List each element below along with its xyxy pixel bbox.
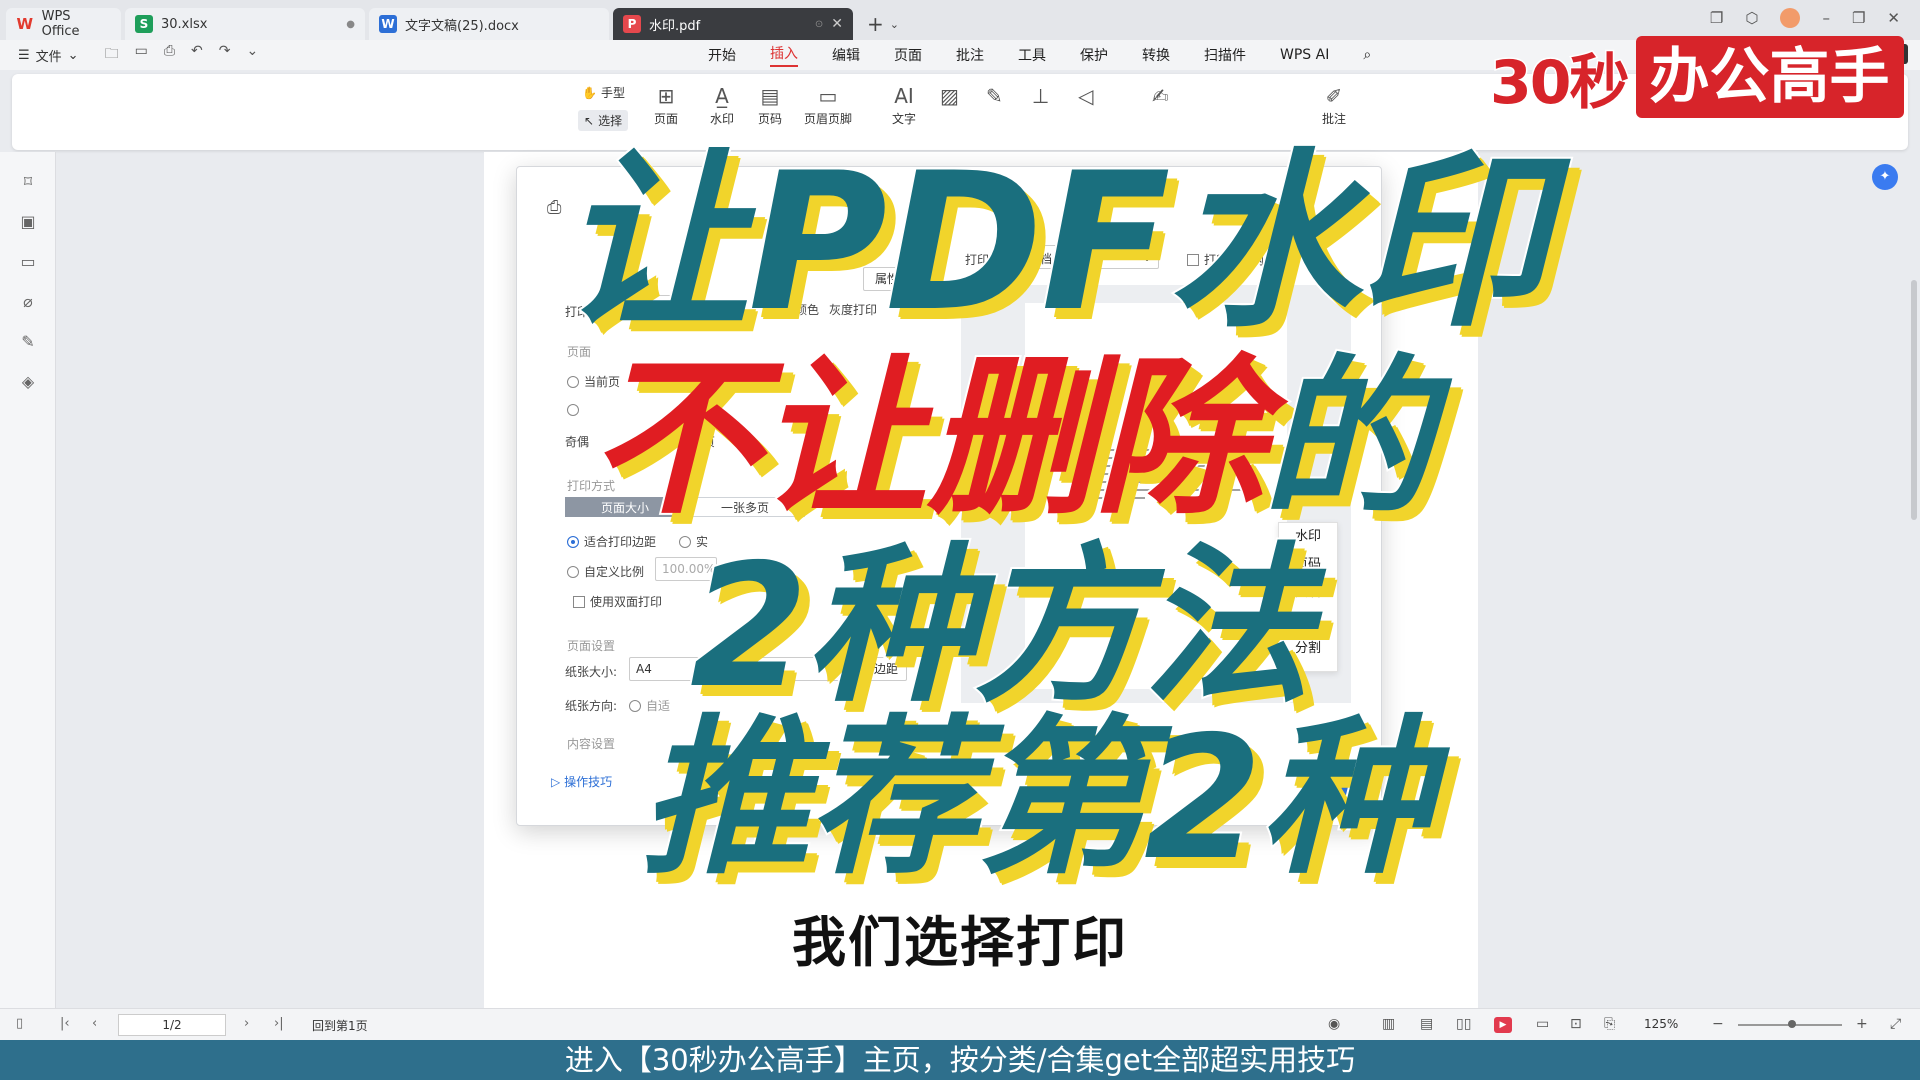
radio-circle: [567, 536, 579, 548]
file-menu[interactable]: ☰ 文件 ⌄: [18, 46, 79, 65]
brand-text: 办公高手: [1635, 36, 1904, 118]
open-folder-icon[interactable]: 🗀: [105, 43, 119, 67]
chevron-down-icon[interactable]: ⌄: [890, 18, 899, 31]
next-page-icon[interactable]: ›: [244, 1016, 249, 1031]
menu-edit[interactable]: 编辑: [832, 45, 860, 65]
chevron-down-icon[interactable]: ⌄: [246, 43, 258, 67]
unsaved-dot-icon: ●: [346, 18, 355, 30]
cube-icon[interactable]: ⬡: [1745, 9, 1758, 27]
spreadsheet-icon: S: [135, 15, 153, 33]
menu-tools[interactable]: 工具: [1018, 45, 1046, 65]
bookmark-icon[interactable]: ⌑: [18, 172, 38, 192]
chevron-down-icon: ⌄: [67, 47, 79, 63]
page-number-input[interactable]: 1/2: [118, 1014, 226, 1036]
tab-label: 30.xlsx: [161, 16, 208, 32]
new-tab-icon[interactable]: +: [867, 12, 884, 36]
zoom-level[interactable]: 125%: [1644, 1017, 1678, 1031]
tab-bar: W WPS Office S 30.xlsx ● W 文字文稿(25).docx…: [0, 0, 1920, 40]
fullscreen-icon[interactable]: ⤢: [1890, 1016, 1901, 1032]
search-icon[interactable]: ⌕: [1363, 47, 1371, 63]
brand-badge: 30秒 办公高手: [1489, 36, 1904, 119]
zoom-slider-knob[interactable]: [1788, 1020, 1796, 1028]
menu-wps-ai[interactable]: WPS AI: [1280, 47, 1329, 63]
tab-label: WPS Office: [41, 9, 80, 39]
main-menus: 开始 插入 编辑 页面 批注 工具 保护 转换 扫描件 WPS AI ⌕: [708, 40, 1371, 70]
radio-circle: [567, 404, 579, 416]
menu-start[interactable]: 开始: [708, 45, 736, 65]
menu-protect[interactable]: 保护: [1080, 45, 1108, 65]
avatar[interactable]: [1780, 8, 1801, 28]
window-controls: ❐ ⬡ – ❐ ✕: [1710, 8, 1900, 28]
menu-page[interactable]: 页面: [894, 45, 922, 65]
page-range-radio[interactable]: [567, 403, 584, 417]
rotate-icon[interactable]: ⎘: [1604, 1016, 1615, 1032]
maximize-icon[interactable]: ❐: [1852, 9, 1865, 27]
close-window-icon[interactable]: ✕: [1887, 9, 1900, 27]
radio-circle: [567, 566, 579, 578]
comment-icon[interactable]: ▭: [18, 252, 38, 272]
tab-label: 文字文稿(25).docx: [405, 18, 519, 34]
tab-docx[interactable]: W 文字文稿(25).docx: [369, 8, 609, 40]
paper-size-label: 纸张大小:: [565, 665, 618, 679]
tab-wps-office[interactable]: W WPS Office: [6, 8, 121, 40]
video-caption: 我们选择打印: [792, 911, 1128, 974]
print-icon[interactable]: ⎙: [164, 43, 175, 67]
menu-annotate[interactable]: 批注: [956, 45, 984, 65]
thumbnail-icon[interactable]: ▣: [18, 212, 38, 232]
redo-icon[interactable]: ↷: [219, 43, 231, 67]
tab-xlsx[interactable]: S 30.xlsx ●: [125, 8, 365, 40]
custom-scale-radio[interactable]: 自定义比例: [567, 563, 644, 580]
layers-icon[interactable]: ◈: [18, 372, 38, 392]
quick-access: 🗀 ▭ ⎙ ↶ ↷ ⌄: [105, 43, 259, 67]
assistant-icon[interactable]: ✦: [1872, 164, 1898, 190]
zoom-in-icon[interactable]: +: [1856, 1016, 1868, 1032]
status-bar: ▯ |‹ ‹ 1/2 › ›| 回到第1页 ◉ ▥ ▤ ▯▯ ▶ ▭ ⊡ ⎘ 1…: [0, 1008, 1920, 1040]
brand-number: 30秒: [1489, 46, 1631, 119]
checkbox-box: [573, 596, 585, 608]
close-tab-icon[interactable]: ✕: [831, 16, 843, 32]
two-page-icon[interactable]: ▯▯: [1456, 1016, 1471, 1032]
eye-icon[interactable]: ◉: [1328, 1016, 1340, 1032]
tips-link[interactable]: ▷ 操作技巧: [551, 773, 612, 790]
fit-page-icon[interactable]: ⊡: [1570, 1016, 1582, 1032]
tab-pdf-active[interactable]: P 水印.pdf ⊙ ✕: [613, 8, 853, 40]
zoom-out-icon[interactable]: −: [1712, 1016, 1724, 1032]
orientation-label: 纸张方向:: [565, 699, 618, 713]
duplex-checkbox[interactable]: 使用双面打印: [573, 593, 662, 610]
hamburger-icon: ☰: [18, 47, 30, 63]
back-to-first-link[interactable]: 回到第1页: [312, 1017, 368, 1034]
prev-page-icon[interactable]: ‹: [92, 1016, 97, 1031]
continuous-icon[interactable]: ▤: [1420, 1016, 1433, 1032]
tab-label: 水印.pdf: [649, 18, 701, 34]
odd-even-label: 奇偶: [565, 435, 590, 449]
pin-icon[interactable]: ⊙: [815, 19, 823, 30]
sidebar-toggle-icon[interactable]: ▯: [16, 1016, 23, 1031]
minimize-icon[interactable]: –: [1822, 9, 1830, 27]
left-sidebar: ⌑ ▣ ▭ ⌀ ✎ ◈: [0, 152, 56, 1012]
fit-width-icon[interactable]: ▭: [1536, 1016, 1549, 1032]
menu-convert[interactable]: 转换: [1142, 45, 1170, 65]
single-page-icon[interactable]: ▥: [1382, 1016, 1395, 1032]
save-icon[interactable]: ▭: [135, 43, 148, 67]
signature-icon[interactable]: ✎: [18, 332, 38, 352]
menu-insert[interactable]: 插入: [770, 43, 798, 67]
radio-circle: [567, 376, 579, 388]
first-page-icon[interactable]: |‹: [60, 1016, 70, 1031]
wps-logo-icon: W: [16, 15, 34, 33]
pdf-icon: P: [623, 15, 641, 33]
headline-line-4: 推荐第2种: [638, 698, 1432, 900]
play-circle-icon: ▷: [551, 775, 561, 789]
restore-layout-icon[interactable]: ❐: [1710, 9, 1723, 27]
page-setup-label: 页面设置: [567, 639, 616, 653]
promo-banner: 进入【30秒办公高手】主页，按分类/合集get全部超实用技巧: [0, 1040, 1920, 1080]
scroll-thumb[interactable]: [1911, 280, 1917, 520]
play-icon[interactable]: ▶: [1494, 1017, 1512, 1033]
attachment-icon[interactable]: ⌀: [18, 292, 38, 312]
document-icon: W: [379, 15, 397, 33]
last-page-icon[interactable]: ›|: [274, 1016, 284, 1031]
undo-icon[interactable]: ↶: [191, 43, 203, 67]
vertical-scrollbar[interactable]: [1908, 152, 1920, 1010]
content-setup-label: 内容设置: [567, 737, 616, 751]
menu-scan[interactable]: 扫描件: [1204, 45, 1246, 65]
